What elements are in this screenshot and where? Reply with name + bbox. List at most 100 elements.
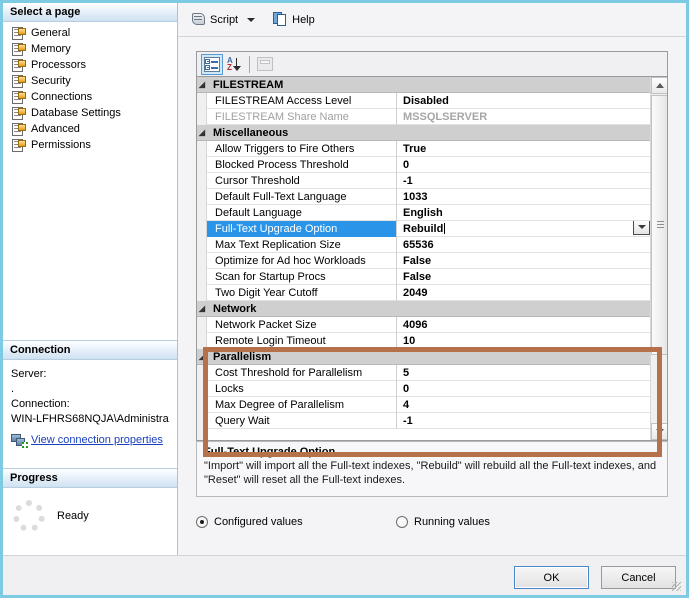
property-value[interactable]: False [397,253,652,269]
resize-grip-icon[interactable] [672,582,681,591]
property-value[interactable]: -1 [397,413,652,429]
property-value-editor[interactable]: Rebuild [397,220,652,237]
category-row-parallelism[interactable]: ◢ Parallelism [197,349,652,365]
property-name: Blocked Process Threshold [207,156,397,173]
table-row[interactable]: Query Wait -1 [197,412,652,429]
property-name: Optimize for Ad hoc Workloads [207,252,397,269]
collapse-triangle-icon[interactable]: ◢ [197,352,207,361]
page-icon [12,106,26,120]
table-row-selected[interactable]: Full-Text Upgrade Option Rebuild [197,220,652,237]
sidebar-item-memory[interactable]: Memory [3,41,177,57]
page-icon [12,138,26,152]
collapse-triangle-icon[interactable]: ◢ [197,304,207,313]
property-value[interactable]: Disabled [397,93,652,109]
property-grid[interactable]: ◢ FILESTREAM FILESTREAM Access Level Dis… [196,76,668,441]
script-icon [191,12,206,27]
table-row[interactable]: Allow Triggers to Fire Others True [197,140,652,157]
categorized-sort-icon [204,56,220,72]
sidebar-item-permissions[interactable]: Permissions [3,137,177,153]
progress-body: Ready [3,488,177,532]
alphabetical-sort-button[interactable]: AZ [223,54,245,75]
table-row[interactable]: Locks 0 [197,380,652,397]
sidebar-item-advanced[interactable]: Advanced [3,121,177,137]
collapse-triangle-icon[interactable]: ◢ [197,128,207,137]
property-value[interactable]: 65536 [397,237,652,253]
dialog-button-bar: OK Cancel [3,555,686,595]
scrollbar-grip-icon [657,221,664,229]
category-row-filestream[interactable]: ◢ FILESTREAM [197,77,652,93]
help-button[interactable]: Help [268,9,320,31]
page-list[interactable]: General Memory Processors Security Conne… [3,22,177,153]
category-row-network[interactable]: ◢ Network [197,301,652,317]
row-gutter [197,316,207,333]
radio-button-icon[interactable] [396,516,408,528]
categorized-sort-button[interactable] [201,53,223,75]
property-value[interactable]: 0 [397,381,652,397]
dropdown-button[interactable] [633,220,650,235]
scroll-up-button[interactable] [651,77,667,94]
property-value[interactable]: 1033 [397,189,652,205]
category-row-miscellaneous[interactable]: ◢ Miscellaneous [197,125,652,141]
table-row[interactable]: FILESTREAM Access Level Disabled [197,92,652,109]
collapse-triangle-icon[interactable]: ◢ [197,80,207,89]
running-values-radio[interactable]: Running values [396,516,490,528]
category-label: Parallelism [213,350,272,363]
table-row[interactable]: Network Packet Size 4096 [197,316,652,333]
property-name: Locks [207,380,397,397]
chevron-up-icon [655,83,664,88]
sidebar-item-database-settings[interactable]: Database Settings [3,105,177,121]
scrollbar-thumb[interactable] [651,95,667,355]
property-value[interactable]: -1 [397,173,652,189]
property-pages-button[interactable] [254,54,276,75]
table-row[interactable]: Remote Login Timeout 10 [197,332,652,349]
configured-values-label: Configured values [214,516,303,528]
property-value[interactable]: 2049 [397,285,652,301]
select-a-page-header: Select a page [3,3,177,22]
property-grid-scrollbar[interactable] [650,77,667,440]
sidebar-item-general[interactable]: General [3,25,177,41]
property-value[interactable]: English [397,205,652,221]
left-pane: Select a page General Memory Processors … [3,3,178,555]
property-value[interactable]: True [397,141,652,157]
view-connection-properties-row[interactable]: View connection properties [11,433,169,448]
property-value[interactable]: 0 [397,157,652,173]
table-row[interactable]: Cost Threshold for Parallelism 5 [197,364,652,381]
row-gutter [197,220,207,237]
property-grid-rows-container: ◢ FILESTREAM FILESTREAM Access Level Dis… [197,77,652,440]
property-value[interactable]: False [397,269,652,285]
sidebar-item-security[interactable]: Security [3,73,177,89]
sidebar-item-connections[interactable]: Connections [3,89,177,105]
table-row[interactable]: Max Text Replication Size 65536 [197,236,652,253]
script-button[interactable]: Script [186,9,260,31]
ok-button[interactable]: OK [514,566,589,589]
sidebar-item-label: Permissions [31,139,91,151]
sidebar-item-processors[interactable]: Processors [3,57,177,73]
view-connection-properties-link[interactable]: View connection properties [31,433,163,448]
property-value[interactable]: 4 [397,397,652,413]
row-gutter [197,140,207,157]
configured-values-radio[interactable]: Configured values [196,516,396,528]
table-row[interactable]: Default Language English [197,204,652,221]
property-value[interactable]: 5 [397,365,652,381]
table-row[interactable]: Two Digit Year Cutoff 2049 [197,284,652,301]
property-name: Max Text Replication Size [207,236,397,253]
help-icon [273,12,288,27]
server-label: Server: [11,368,47,380]
progress-status: Ready [57,510,89,522]
page-icon [12,122,26,136]
server-value: . [11,383,15,395]
property-value[interactable]: 10 [397,333,652,349]
radio-button-icon[interactable] [196,516,208,528]
chevron-down-icon[interactable] [247,17,256,22]
table-row[interactable]: Scan for Startup Procs False [197,268,652,285]
table-row[interactable]: Max Degree of Parallelism 4 [197,396,652,413]
dialog-toolbar: Script Help [178,3,686,37]
scroll-down-button[interactable] [651,423,667,440]
cancel-button[interactable]: Cancel [601,566,676,589]
table-row[interactable]: Cursor Threshold -1 [197,172,652,189]
table-row[interactable]: Optimize for Ad hoc Workloads False [197,252,652,269]
ok-button-label: OK [543,571,560,584]
table-row[interactable]: Blocked Process Threshold 0 [197,156,652,173]
table-row[interactable]: Default Full-Text Language 1033 [197,188,652,205]
property-value[interactable]: 4096 [397,317,652,333]
